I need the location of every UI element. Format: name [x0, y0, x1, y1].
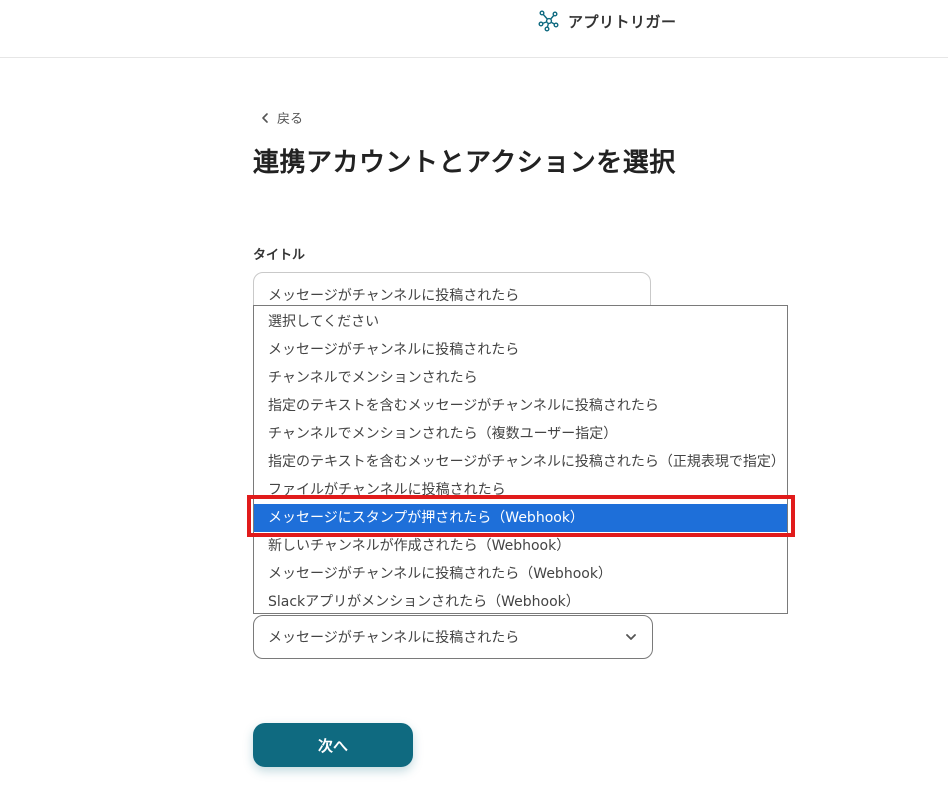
next-button[interactable]: 次へ — [253, 723, 413, 767]
option-text-message-posted[interactable]: 指定のテキストを含むメッセージがチャンネルに投稿されたら — [254, 392, 787, 420]
top-bar: アプリトリガー — [0, 0, 948, 58]
trigger-action-select[interactable]: メッセージがチャンネルに投稿されたら — [253, 615, 653, 659]
back-link-label: 戻る — [277, 112, 304, 127]
page-title: 連携アカウントとアクションを選択 — [253, 148, 676, 178]
option-mentioned-multi-user[interactable]: チャンネルでメンションされたら（複数ユーザー指定） — [254, 420, 787, 448]
trigger-options-listbox[interactable]: 選択してください メッセージがチャンネルに投稿されたら チャンネルでメンションさ… — [253, 305, 788, 614]
option-mentioned-in-channel[interactable]: チャンネルでメンションされたら — [254, 364, 787, 392]
option-message-posted-webhook[interactable]: メッセージがチャンネルに投稿されたら（Webhook） — [254, 560, 787, 588]
chevron-down-icon — [626, 634, 636, 640]
title-field-label: タイトル — [253, 248, 306, 263]
option-file-posted[interactable]: ファイルがチャンネルに投稿されたら — [254, 476, 787, 504]
option-channel-created-webhook[interactable]: 新しいチャンネルが作成されたら（Webhook） — [254, 532, 787, 560]
option-placeholder[interactable]: 選択してください — [254, 308, 787, 336]
option-text-message-regex[interactable]: 指定のテキストを含むメッセージがチャンネルに投稿されたら（正規表現で指定） — [254, 448, 787, 476]
chevron-left-icon — [262, 112, 268, 123]
trigger-action-select-value: メッセージがチャンネルに投稿されたら — [268, 630, 520, 646]
back-link[interactable]: 戻る — [259, 108, 303, 127]
option-reaction-added-webhook[interactable]: メッセージにスタンプが押されたら（Webhook） — [254, 504, 787, 532]
network-nodes-icon — [538, 10, 559, 32]
app-brand: アプリトリガー — [538, 9, 677, 33]
option-app-mentioned-webhook[interactable]: Slackアプリがメンションされたら（Webhook） — [254, 588, 787, 616]
option-message-posted[interactable]: メッセージがチャンネルに投稿されたら — [254, 336, 787, 364]
app-name: アプリトリガー — [568, 12, 677, 31]
